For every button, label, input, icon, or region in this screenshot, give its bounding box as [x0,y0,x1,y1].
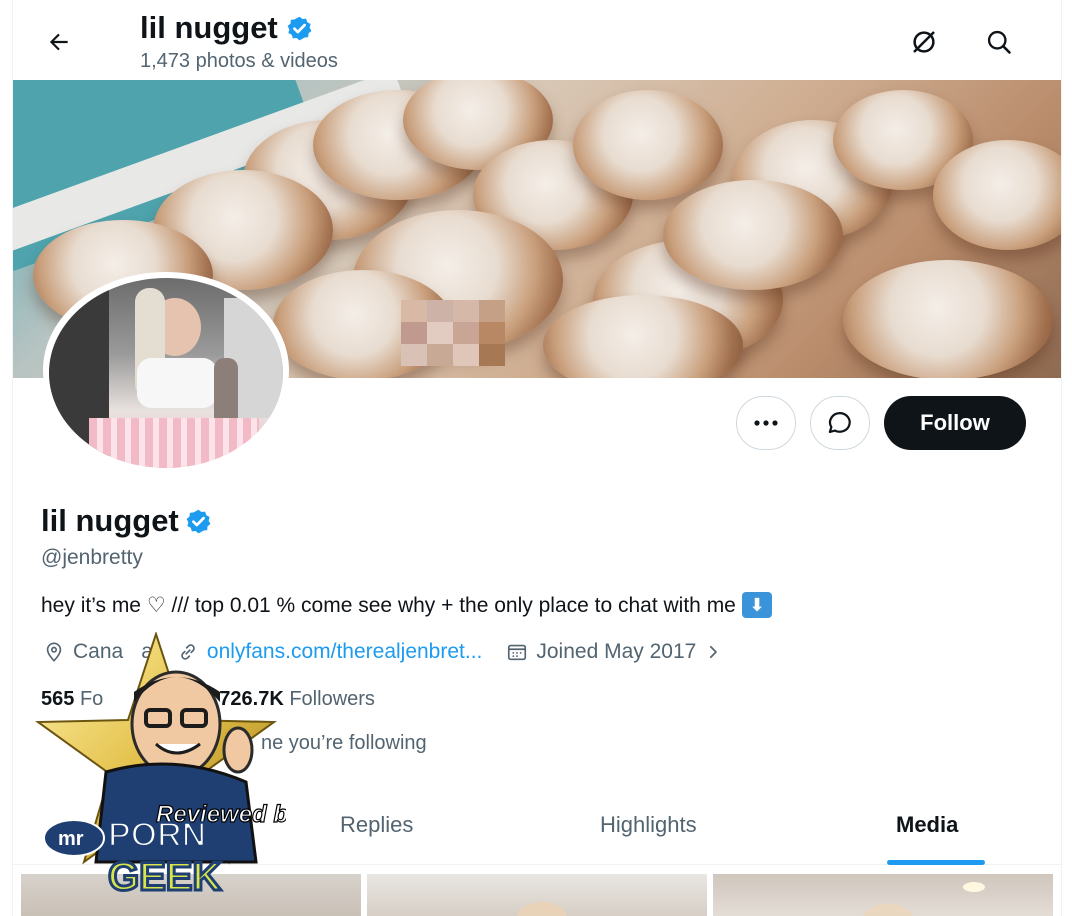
reviewed-by-watermark: Reviewed by mr PORN GEEK [16,630,304,902]
tab-highlights[interactable]: Highlights [600,812,697,838]
display-name-text: lil nugget [41,503,179,538]
thumbnail-detail [517,902,567,916]
media-count: 1,473 photos & videos [140,50,338,72]
thumbnail-detail [863,904,913,916]
more-button[interactable] [736,396,796,450]
pixelated-censor [401,300,505,366]
header-title-text: lil nugget [140,10,278,45]
more-icon [754,420,778,426]
followers-label: Followers [289,688,375,710]
verified-badge-icon [287,16,312,40]
hide-icon [913,31,935,53]
media-thumbnail[interactable] [713,874,1053,916]
down-arrow-emoji-icon: ⬇ [741,592,772,618]
profile-name: lil nugget [41,503,212,539]
tab-replies[interactable]: Replies [340,812,413,838]
banner-bun [663,180,843,290]
watermark-geek-text: GEEK [108,855,221,899]
watermark-logo: Reviewed by mr PORN GEEK [34,630,304,901]
joined-text: Joined May 2017 [536,640,697,663]
media-thumbnail[interactable] [367,874,707,916]
message-icon [828,411,851,434]
thumbs-up-hand [222,726,254,774]
avatar-skirt [89,418,259,468]
verified-badge-icon [186,509,211,533]
profile-avatar[interactable] [43,272,289,468]
bio-text: hey it’s me ♡ /// top 0.01 % come see wh… [41,593,736,617]
search-button[interactable] [981,24,1017,60]
banner-bun [933,140,1061,250]
avatar-photo [49,278,283,468]
thumbnail-light [963,882,985,892]
back-button[interactable] [41,24,77,60]
message-button[interactable] [810,396,870,450]
page-title: lil nugget [140,10,313,46]
active-tab-indicator [887,860,985,865]
banner-bun [573,90,723,200]
watermark-mr-text: mr [58,828,84,850]
profile-handle: @jenbretty [41,546,143,569]
chevron-right-icon [710,645,718,659]
profile-actions: Follow [736,396,1026,450]
top-bar: lil nugget 1,473 photos & videos [13,0,1061,80]
avatar-top [137,358,217,408]
tab-media[interactable]: Media [896,812,958,838]
search-icon [987,30,1011,54]
calendar-icon [508,644,527,661]
follow-button[interactable]: Follow [884,396,1026,450]
profile-bio: hey it’s me ♡ /// top 0.01 % come see wh… [41,592,772,618]
banner-bun [843,260,1053,378]
hide-button[interactable] [906,24,942,60]
joined-date[interactable]: Joined May 2017 [506,640,722,664]
watermark-porn-text: PORN [108,816,206,854]
back-arrow-icon [49,33,68,51]
